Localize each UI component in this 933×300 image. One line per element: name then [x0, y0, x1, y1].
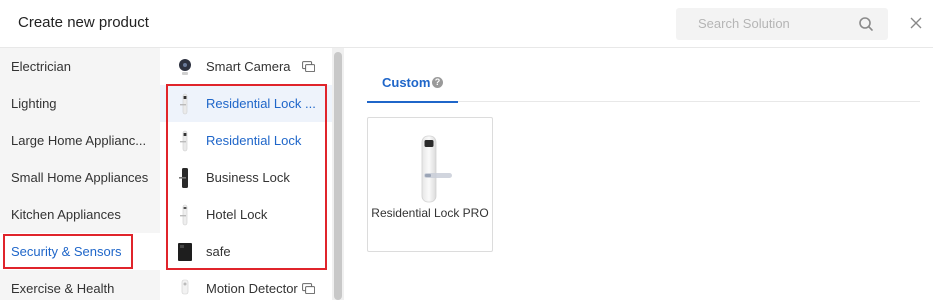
- safe-icon: [178, 243, 192, 261]
- motion-detector-icon: [181, 279, 189, 295]
- product-business-lock[interactable]: Business Lock: [160, 159, 332, 196]
- device-icon: [302, 283, 315, 294]
- product-label: Business Lock: [206, 170, 290, 185]
- tab-custom[interactable]: Custom ?: [367, 48, 458, 103]
- product-label: Residential Lock: [206, 133, 302, 148]
- active-tab-underline: [367, 101, 458, 103]
- door-lock-icon: [180, 204, 188, 226]
- category-security-sensors[interactable]: Security & Sensors: [0, 233, 160, 270]
- category-large-home-appliances[interactable]: Large Home Applianc...: [0, 122, 160, 159]
- solution-card-label: Residential Lock PRO: [371, 206, 489, 220]
- door-lock-pro-image: [421, 135, 452, 203]
- door-lock-icon: [180, 93, 188, 115]
- category-kitchen-appliances[interactable]: Kitchen Appliances: [0, 196, 160, 233]
- product-label: Hotel Lock: [206, 207, 268, 222]
- product-label: safe: [206, 244, 231, 259]
- solution-tabs: Custom ?: [367, 48, 920, 103]
- scrollbar-thumb[interactable]: [334, 52, 342, 300]
- category-electrician[interactable]: Electrician: [0, 48, 160, 85]
- product-smart-camera[interactable]: Smart Camera: [160, 48, 332, 85]
- product-residential-lock-pro[interactable]: Residential Lock ...: [160, 85, 332, 122]
- search-input[interactable]: Search Solution: [676, 8, 888, 40]
- product-safe[interactable]: safe: [160, 233, 332, 270]
- solution-card-residential-lock-pro[interactable]: Residential Lock PRO: [367, 117, 493, 252]
- search-placeholder: Search Solution: [698, 16, 790, 31]
- product-hotel-lock[interactable]: Hotel Lock: [160, 196, 332, 233]
- category-lighting[interactable]: Lighting: [0, 85, 160, 122]
- category-list: Electrician Lighting Large Home Applianc…: [0, 48, 160, 300]
- category-small-home-appliances[interactable]: Small Home Appliances: [0, 159, 160, 196]
- product-label: Residential Lock ...: [206, 96, 316, 111]
- product-label: Smart Camera: [206, 59, 291, 74]
- door-lock-black-icon: [179, 168, 188, 188]
- tab-label: Custom: [382, 75, 431, 90]
- dialog-header: Create new product Search Solution: [0, 0, 933, 48]
- dialog-title: Create new product: [18, 14, 149, 31]
- camera-icon: [179, 59, 191, 75]
- device-icon: [302, 61, 315, 72]
- door-lock-icon: [180, 130, 188, 152]
- category-exercise-health[interactable]: Exercise & Health: [0, 270, 160, 300]
- help-icon[interactable]: ?: [432, 77, 443, 88]
- product-list-scrollbar[interactable]: [332, 48, 344, 300]
- product-motion-detector[interactable]: Motion Detector: [160, 270, 332, 300]
- search-icon[interactable]: [858, 16, 874, 32]
- product-residential-lock[interactable]: Residential Lock: [160, 122, 332, 159]
- product-label: Motion Detector: [206, 281, 298, 296]
- close-icon[interactable]: [909, 16, 923, 30]
- product-list: Smart Camera Residential Lock ... Reside…: [160, 48, 332, 300]
